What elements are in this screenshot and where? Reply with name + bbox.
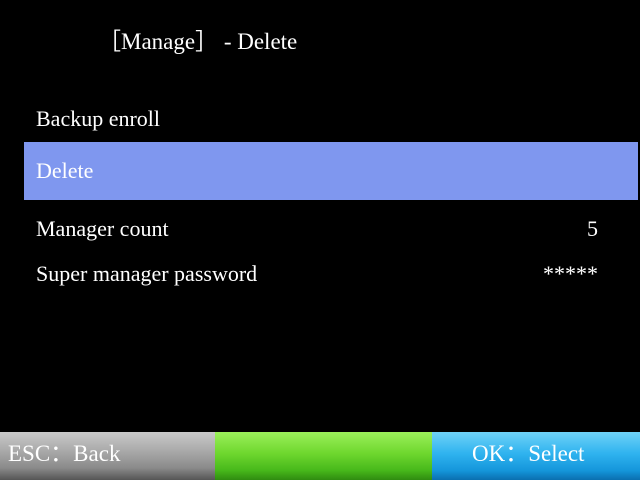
menu-item-super-manager-password[interactable]: Super manager password *****: [24, 245, 638, 303]
page-title: ［Manage］ - Delete: [98, 29, 298, 54]
menu-item-delete[interactable]: Delete: [24, 142, 638, 200]
ok-select-button[interactable]: OK：Select: [432, 432, 640, 480]
manager-count-value: 5: [587, 216, 598, 241]
menu-item-label: Manager count: [36, 216, 169, 241]
password-value: *****: [543, 261, 598, 286]
softkey-bar: ESC：Back OK：Select: [0, 432, 640, 480]
middle-softkey[interactable]: [215, 432, 432, 480]
menu-item-label: Super manager password: [36, 261, 258, 286]
menu-item-backup-enroll[interactable]: Backup enroll: [24, 90, 638, 148]
device-screen: ［Manage］ - Delete Backup enroll Delete M…: [0, 0, 640, 480]
menu-item-label: Backup enroll: [36, 106, 161, 131]
menu-item-label: Delete: [36, 158, 94, 183]
esc-back-button[interactable]: ESC：Back: [0, 432, 215, 480]
